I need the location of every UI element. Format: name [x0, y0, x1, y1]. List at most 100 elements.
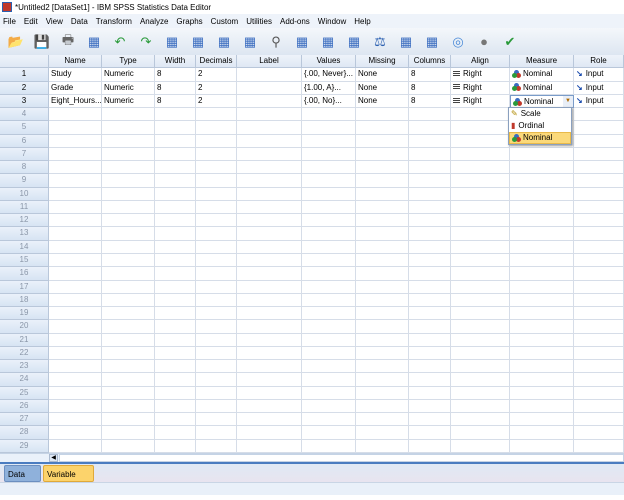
empty-cell[interactable] [510, 426, 574, 440]
empty-cell[interactable] [155, 267, 196, 281]
row-header[interactable]: 25 [0, 386, 49, 400]
empty-cell[interactable] [302, 360, 356, 374]
empty-cell[interactable] [451, 439, 510, 453]
empty-cell[interactable] [155, 373, 196, 387]
empty-cell[interactable] [409, 187, 451, 201]
empty-cell[interactable] [302, 134, 356, 148]
empty-cell[interactable] [49, 200, 102, 215]
empty-cell[interactable] [451, 426, 510, 440]
role-cell[interactable]: ↘ Input [574, 68, 624, 82]
row-header[interactable]: 26 [0, 399, 49, 414]
empty-cell[interactable] [302, 307, 356, 321]
empty-cell[interactable] [574, 134, 624, 148]
empty-cell[interactable] [49, 108, 102, 122]
empty-cell[interactable] [510, 253, 574, 268]
empty-cell[interactable] [196, 214, 237, 228]
empty-cell[interactable] [102, 386, 155, 400]
empty-cell[interactable] [574, 253, 624, 268]
empty-cell[interactable] [356, 333, 409, 347]
empty-cell[interactable] [302, 333, 356, 347]
empty-cell[interactable] [196, 360, 237, 374]
recall-dialog-icon[interactable]: ▦ [84, 32, 104, 52]
empty-cell[interactable] [155, 307, 196, 321]
empty-cell[interactable] [356, 413, 409, 427]
empty-cell[interactable] [510, 227, 574, 241]
empty-cell[interactable] [356, 187, 409, 201]
empty-cell[interactable] [237, 307, 302, 321]
variables-icon[interactable]: ▦ [214, 32, 234, 52]
empty-cell[interactable] [49, 346, 102, 361]
label-cell[interactable] [237, 68, 302, 82]
measure-option-nominal[interactable]: Nominal [509, 132, 571, 144]
tab-data-view[interactable]: Data View [4, 465, 41, 496]
empty-cell[interactable] [102, 413, 155, 427]
empty-cell[interactable] [574, 108, 624, 122]
empty-cell[interactable] [451, 147, 510, 162]
menu-utilities[interactable]: Utilities [246, 17, 277, 26]
empty-cell[interactable] [49, 307, 102, 321]
empty-cell[interactable] [574, 161, 624, 175]
missing-cell[interactable]: None [356, 81, 409, 95]
empty-cell[interactable] [196, 307, 237, 321]
empty-cell[interactable] [155, 214, 196, 228]
menu-analyze[interactable]: Analyze [140, 17, 173, 26]
print-icon[interactable]: 🖶 [58, 32, 78, 52]
empty-cell[interactable] [451, 227, 510, 241]
empty-cell[interactable] [196, 399, 237, 414]
empty-cell[interactable] [409, 147, 451, 162]
row-header[interactable]: 10 [0, 187, 49, 201]
empty-cell[interactable] [49, 134, 102, 148]
empty-cell[interactable] [510, 174, 574, 188]
empty-cell[interactable] [237, 373, 302, 387]
column-header-measure[interactable]: Measure [510, 55, 574, 69]
empty-cell[interactable] [196, 200, 237, 215]
empty-cell[interactable] [237, 227, 302, 241]
empty-cell[interactable] [451, 346, 510, 361]
empty-cell[interactable] [155, 399, 196, 414]
empty-cell[interactable] [237, 161, 302, 175]
empty-cell[interactable] [102, 134, 155, 148]
empty-cell[interactable] [155, 108, 196, 122]
empty-cell[interactable] [102, 267, 155, 281]
empty-cell[interactable] [510, 280, 574, 294]
empty-cell[interactable] [196, 439, 237, 453]
empty-cell[interactable] [451, 200, 510, 215]
empty-cell[interactable] [451, 267, 510, 281]
empty-cell[interactable] [302, 240, 356, 254]
row-header[interactable]: 5 [0, 121, 49, 135]
empty-cell[interactable] [451, 121, 510, 135]
empty-cell[interactable] [102, 174, 155, 188]
use-sets-icon[interactable]: ▦ [422, 32, 442, 52]
empty-cell[interactable] [302, 161, 356, 175]
empty-cell[interactable] [196, 134, 237, 148]
empty-cell[interactable] [237, 439, 302, 453]
empty-cell[interactable] [451, 108, 510, 122]
insert-variable-icon[interactable]: ▦ [240, 32, 260, 52]
empty-cell[interactable] [49, 174, 102, 188]
column-header-missing[interactable]: Missing [356, 55, 409, 69]
empty-cell[interactable] [356, 147, 409, 162]
empty-cell[interactable] [409, 426, 451, 440]
goto-variable-icon[interactable]: ▦ [188, 32, 208, 52]
empty-cell[interactable] [102, 346, 155, 361]
role-cell[interactable]: ↘ Input [574, 81, 624, 95]
empty-cell[interactable] [49, 386, 102, 400]
empty-cell[interactable] [409, 280, 451, 294]
row-header[interactable]: 19 [0, 307, 49, 321]
label-cell[interactable] [237, 94, 302, 109]
empty-cell[interactable] [237, 134, 302, 148]
empty-cell[interactable] [237, 253, 302, 268]
empty-cell[interactable] [409, 214, 451, 228]
empty-cell[interactable] [49, 413, 102, 427]
decimals-cell[interactable]: 2 [196, 68, 237, 82]
row-header[interactable]: 3 [0, 94, 49, 109]
empty-cell[interactable] [237, 147, 302, 162]
empty-cell[interactable] [409, 360, 451, 374]
empty-cell[interactable] [155, 253, 196, 268]
weight-cases-icon[interactable]: ⚖ [370, 32, 390, 52]
empty-cell[interactable] [574, 293, 624, 308]
empty-cell[interactable] [102, 214, 155, 228]
empty-cell[interactable] [409, 293, 451, 308]
empty-cell[interactable] [510, 346, 574, 361]
menu-add-ons[interactable]: Add-ons [280, 17, 315, 26]
